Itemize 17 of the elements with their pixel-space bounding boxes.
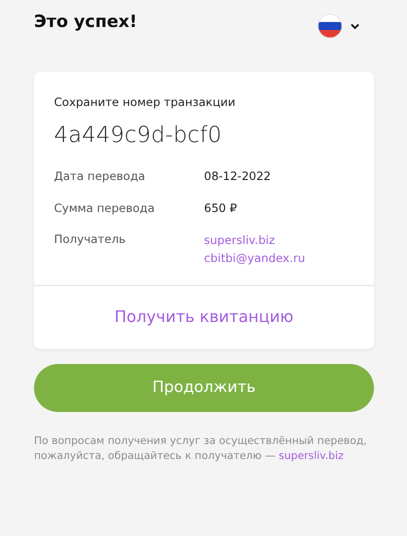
transaction-id: 4a449c9d-bcf0 <box>54 122 223 150</box>
page-title: Это успех! <box>34 12 138 32</box>
footer-note: По вопросам получения услуг за осуществлённый перевод, пожалуйста, обращайтесь к получателю — supersliv.biz <box>34 434 368 464</box>
caption: Сохраните номер транзакции <box>54 94 236 111</box>
detail-label: Получатель <box>54 230 127 248</box>
recipient-link[interactable]: supersliv.biz <box>204 230 306 249</box>
detail-value: 08-12-2022 <box>204 168 271 186</box>
recipient-link[interactable]: cbitbi@yandex.ru <box>204 248 306 267</box>
receipt-link[interactable]: Получить квитанцию <box>34 284 374 349</box>
language-selector[interactable] <box>318 14 360 38</box>
detail-value: 650 ₽ <box>204 200 237 216</box>
flag-icon <box>318 14 342 38</box>
continue-button[interactable]: Продолжить <box>34 364 374 412</box>
chevron-down-icon <box>350 22 360 30</box>
detail-label: Дата перевода <box>54 168 146 186</box>
detail-label: Сумма перевода <box>54 200 156 216</box>
recipient-link[interactable]: supersliv.biz <box>278 450 344 462</box>
